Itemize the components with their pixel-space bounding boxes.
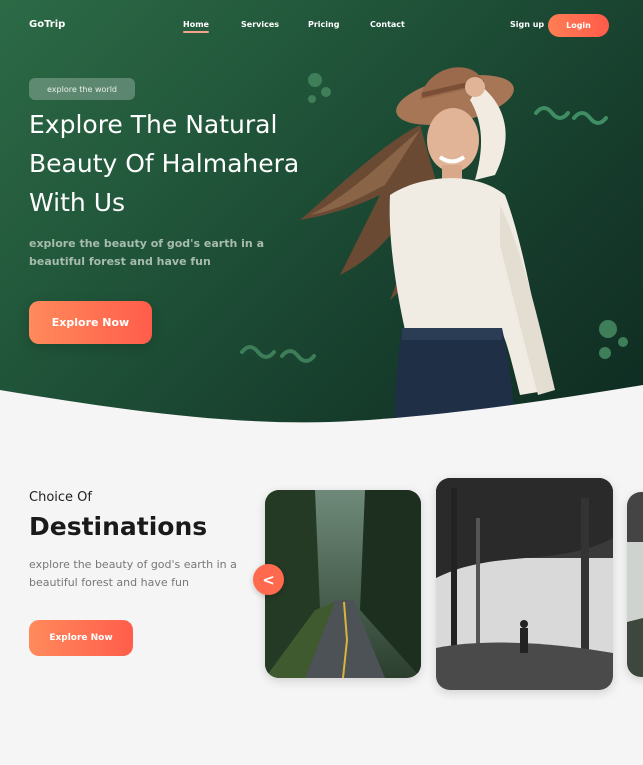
forest-photo-partial (627, 492, 643, 677)
destination-card-forest-road[interactable] (265, 490, 421, 678)
decorative-dots-icon (599, 320, 628, 359)
login-button[interactable]: Login (548, 14, 609, 37)
forest-road-photo (265, 490, 421, 678)
misty-forest-hiker-photo (436, 478, 613, 690)
destination-card-partial[interactable] (627, 492, 643, 677)
hero-title-line: Beauty Of Halmahera (29, 149, 300, 178)
brand-logo[interactable]: GoTrip (29, 19, 65, 30)
nav-link-services[interactable]: Services (241, 20, 279, 29)
hero-person-image (300, 67, 555, 420)
destinations-kicker: Choice Of (29, 490, 92, 505)
carousel-prev-button[interactable]: < (253, 564, 284, 595)
hero-wave-divider (0, 385, 643, 425)
destinations-subtitle: explore the beauty of god's earth in a b… (29, 558, 237, 589)
nav-link-contact[interactable]: Contact (370, 20, 405, 29)
hero-section: GoTrip Home Services Pricing Contact Sig… (0, 0, 643, 425)
hero-title-line: Explore The Natural (29, 110, 278, 139)
signup-link[interactable]: Sign up (510, 20, 544, 29)
hero-subtitle: explore the beauty of god's earth in a b… (29, 237, 265, 268)
hero-title-line: With Us (29, 188, 126, 217)
hero-title: Explore The Natural Beauty Of Halmahera … (29, 105, 329, 222)
destinations-explore-button[interactable]: Explore Now (29, 620, 133, 656)
top-nav: GoTrip Home Services Pricing Contact Sig… (0, 0, 643, 50)
destination-card-misty-forest[interactable] (436, 478, 613, 690)
nav-link-pricing[interactable]: Pricing (308, 20, 339, 29)
explore-now-button[interactable]: Explore Now (29, 301, 152, 344)
nav-link-home[interactable]: Home (183, 20, 209, 33)
hero-badge: explore the world (29, 78, 135, 100)
destinations-title: Destinations (29, 512, 208, 541)
